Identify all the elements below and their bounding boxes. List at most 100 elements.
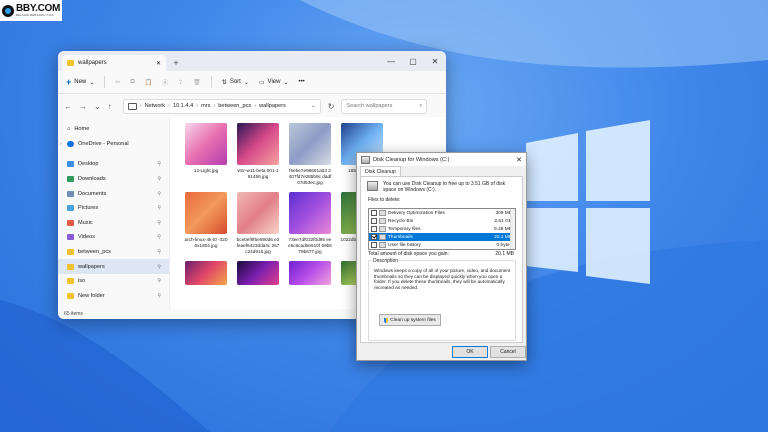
breadcrumb-mrs[interactable]: mrs	[201, 103, 210, 109]
item-checkbox[interactable]	[371, 218, 377, 224]
sidebar-item-onedrive[interactable]: › OneDrive - Personal	[58, 137, 169, 152]
cleanup-item[interactable]: User file history 0 bytes	[369, 241, 515, 249]
pin-icon[interactable]: ⚲	[157, 191, 161, 197]
sort-button[interactable]: ⇅ Sort ⌄	[222, 79, 249, 86]
new-button[interactable]: + New ⌄	[66, 77, 94, 87]
divider	[104, 76, 106, 88]
item-checkbox[interactable]	[371, 226, 377, 232]
pin-icon[interactable]: ⚲	[157, 220, 161, 226]
sidebar-item-desktop[interactable]: Desktop ⚲	[58, 157, 169, 172]
close-tab-icon[interactable]: ✕	[156, 60, 161, 67]
chevron-right-icon: ›	[139, 103, 142, 109]
close-icon[interactable]: ✕	[512, 156, 526, 164]
pin-icon[interactable]: ⚲	[157, 293, 161, 299]
ok-button[interactable]: OK	[452, 346, 488, 358]
share-icon[interactable]: ⇪	[178, 79, 183, 86]
list-scrollbar[interactable]	[510, 209, 515, 249]
paste-icon[interactable]: 📋	[145, 79, 152, 86]
pin-icon[interactable]: ⚲	[157, 234, 161, 240]
dialog-panel: You can use Disk Cleanup to free up to 3…	[360, 176, 523, 343]
breadcrumb-network[interactable]: Network	[145, 103, 166, 109]
forward-icon[interactable]: →	[79, 102, 87, 111]
maximize-button[interactable]: ▢	[402, 51, 424, 71]
sidebar-item-label: between_pcs	[78, 249, 111, 256]
breadcrumb-wallpapers[interactable]: wallpapers	[259, 103, 286, 109]
cleanup-item[interactable]: Thumbnails 20.1 MB	[369, 233, 515, 241]
tab-wallpapers[interactable]: wallpapers ✕	[62, 55, 166, 71]
file-item[interactable]: 73ee7df032f0d95 eee6c6cad5e510f 59b679b6…	[288, 192, 332, 255]
delete-icon[interactable]: 🗑	[193, 79, 201, 86]
item-checkbox[interactable]	[371, 210, 377, 216]
tab-disk-cleanup[interactable]: Disk Cleanup	[360, 166, 401, 176]
file-type-icon	[379, 234, 386, 240]
more-options-button[interactable]: •••	[298, 79, 304, 85]
view-button[interactable]: ▭ View ⌄	[259, 79, 289, 86]
cleanup-item[interactable]: Temporary files 5.46 MB	[369, 225, 515, 233]
sidebar-item-wallpapers[interactable]: wallpapers ⚲	[58, 259, 169, 274]
clean-up-system-files-button[interactable]: Clean up system files	[379, 314, 441, 326]
sidebar-item-videos[interactable]: Videos ⚲	[58, 230, 169, 245]
chevron-right-icon: ›	[213, 103, 216, 109]
file-item[interactable]: f6ebe7e96661a53 2407fd7e285b9c dadf07d53…	[288, 123, 332, 186]
cut-icon[interactable]: ✂	[115, 79, 120, 86]
file-item[interactable]	[288, 261, 332, 285]
command-bar: + New ⌄ ✂ ⧉ 📋 Ⓐ ⇪ 🗑 ⇅ Sort ⌄ ▭ View ⌄ ••…	[58, 71, 446, 94]
folder-icon	[67, 263, 74, 270]
sidebar-item-label: Videos	[78, 234, 96, 241]
file-name: vmr-w11-beta 001-191456.jpg	[237, 168, 279, 179]
total-label: Total amount of disk space you gain:	[368, 251, 449, 257]
pin-icon[interactable]: ⚲	[157, 278, 161, 284]
sidebar-item-pictures[interactable]: Pictures ⚲	[58, 201, 169, 216]
videos-icon	[67, 234, 74, 241]
recent-locations-icon[interactable]: ⌄	[94, 102, 101, 111]
item-checkbox[interactable]	[371, 242, 377, 248]
breadcrumb-host[interactable]: 10.1.4.4	[173, 103, 193, 109]
file-item[interactable]: arch-linux-4k-t0 -3206x1804.jpg	[184, 192, 228, 255]
file-name: 12-Light.jpg	[193, 168, 219, 173]
breadcrumb-between-pcs[interactable]: between_pcs	[218, 103, 251, 109]
minimize-button[interactable]: —	[380, 51, 402, 71]
close-button[interactable]: ✕	[424, 51, 446, 71]
chevron-down-icon[interactable]: ⌄	[311, 103, 316, 109]
file-item[interactable]: vmr-w11-beta 001-191456.jpg	[236, 123, 280, 186]
file-item[interactable]	[184, 261, 228, 285]
file-thumbnail	[289, 123, 331, 165]
new-tab-button[interactable]: +	[169, 56, 183, 70]
pin-icon[interactable]: ⚲	[157, 264, 161, 270]
back-icon[interactable]: ←	[64, 102, 72, 111]
pin-icon[interactable]: ⚲	[157, 176, 161, 182]
cleanup-item[interactable]: Delivery Optimization Files 309 MB	[369, 209, 515, 217]
pin-icon[interactable]: ⚲	[157, 249, 161, 255]
sidebar-item-new-folder[interactable]: New folder ⚲	[58, 289, 169, 304]
up-icon[interactable]: ↑	[108, 102, 112, 111]
file-thumbnail	[185, 192, 227, 234]
file-item[interactable]	[236, 261, 280, 285]
chevron-right-icon[interactable]: ›	[60, 141, 62, 147]
item-checkbox[interactable]	[371, 234, 377, 240]
refresh-icon[interactable]: ↻	[328, 102, 335, 111]
address-bar[interactable]: › Network › 10.1.4.4 › mrs › between_pcs…	[122, 98, 321, 114]
sidebar-item-downloads[interactable]: Downloads ⚲	[58, 172, 169, 187]
sidebar-item-music[interactable]: Music ⚲	[58, 216, 169, 231]
sidebar-item-documents[interactable]: Documents ⚲	[58, 186, 169, 201]
file-type-icon	[379, 226, 386, 232]
pin-icon[interactable]: ⚲	[157, 161, 161, 167]
chevron-right-icon: ›	[254, 103, 257, 109]
copy-icon[interactable]: ⧉	[130, 79, 134, 86]
rename-icon[interactable]: Ⓐ	[162, 78, 168, 87]
sidebar-item-iso[interactable]: iso ⚲	[58, 274, 169, 289]
cleanup-item[interactable]: Recycle Bin 2.61 GB	[369, 217, 515, 225]
quick-access-list: Desktop ⚲ Downloads ⚲ Documents ⚲ Pictures ⚲ Mus…	[58, 157, 169, 303]
file-item[interactable]: bce0ef9f5e590d6 e2feaef6423dda4c 267c24d…	[236, 192, 280, 255]
sort-icon: ⇅	[221, 79, 227, 86]
cancel-button[interactable]: Cancel	[490, 346, 526, 358]
dialog-title: Disk Cleanup for Windows (C:)	[373, 156, 450, 163]
files-list[interactable]: Delivery Optimization Files 309 MB Recycle…	[368, 208, 516, 250]
search-input[interactable]: Search wallpapers ⌕	[341, 98, 428, 114]
pin-icon[interactable]: ⚲	[157, 205, 161, 211]
sidebar-item-between-pcs[interactable]: between_pcs ⚲	[58, 245, 169, 260]
file-item[interactable]: 12-Light.jpg	[184, 123, 228, 186]
sidebar-item-label: Home	[74, 126, 90, 133]
file-type-icon	[379, 210, 386, 216]
sidebar-item-home[interactable]: ⌂ Home	[58, 122, 169, 137]
